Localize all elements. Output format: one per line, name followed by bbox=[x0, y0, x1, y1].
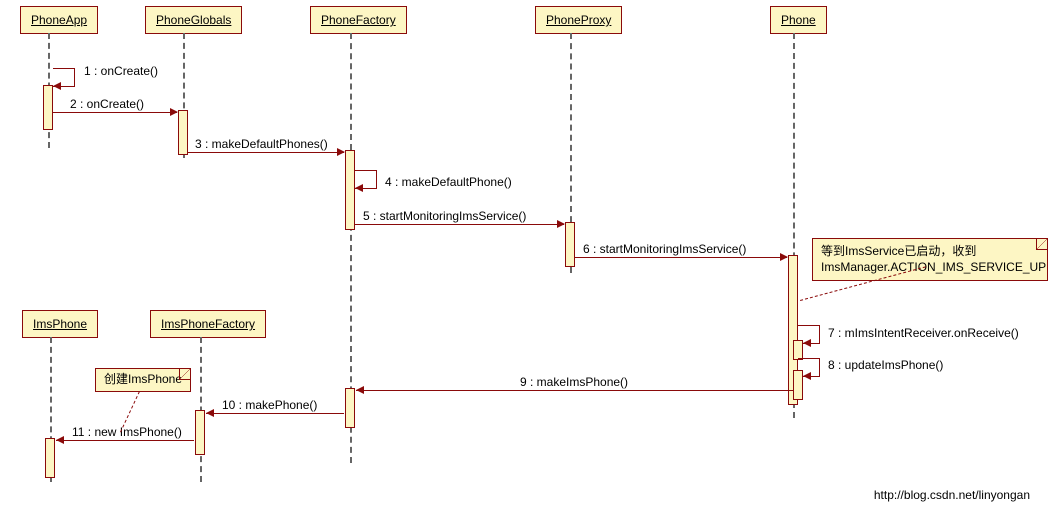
participant-phonefactory: PhoneFactory bbox=[310, 6, 407, 34]
label-m8: 8 : updateImsPhone() bbox=[828, 358, 943, 372]
footer-url: http://blog.csdn.net/linyongan bbox=[874, 488, 1030, 502]
participant-phoneglobals: PhoneGlobals bbox=[145, 6, 242, 34]
label-m4: 4 : makeDefaultPhone() bbox=[385, 175, 512, 189]
activation-phoneapp bbox=[43, 85, 53, 130]
arrowhead-m9 bbox=[356, 386, 364, 394]
label-m3: 3 : makeDefaultPhones() bbox=[195, 137, 328, 151]
participant-phoneproxy: PhoneProxy bbox=[535, 6, 622, 34]
label-m2: 2 : onCreate() bbox=[70, 97, 144, 111]
label-m7: 7 : mImsIntentReceiver.onReceive() bbox=[828, 326, 1019, 340]
arrow-m6 bbox=[575, 257, 787, 258]
note-ims-service: 等到ImsService已启动，收到 ImsManager.ACTION_IMS… bbox=[812, 238, 1048, 281]
activation-imsphone bbox=[45, 438, 55, 478]
participant-imsphonefactory: ImsPhoneFactory bbox=[150, 310, 266, 338]
participant-phoneapp: PhoneApp bbox=[20, 6, 98, 34]
activation-phoneproxy bbox=[565, 222, 575, 267]
label-m1: 1 : onCreate() bbox=[84, 64, 158, 78]
label-m10: 10 : makePhone() bbox=[222, 398, 317, 412]
arrow-m2 bbox=[53, 112, 177, 113]
arrow-m3 bbox=[188, 152, 344, 153]
arrow-m5 bbox=[355, 224, 564, 225]
arrow-m9 bbox=[356, 390, 793, 391]
arrow-m10 bbox=[206, 413, 344, 414]
note-line2: ImsManager.ACTION_IMS_SERVICE_UP bbox=[821, 260, 1039, 276]
arrowhead-m10 bbox=[206, 409, 214, 417]
arrowhead-m8 bbox=[803, 372, 811, 380]
activation-phonefactory-2 bbox=[345, 388, 355, 428]
activation-imsphonefactory bbox=[195, 410, 205, 455]
participant-imsphone: ImsPhone bbox=[22, 310, 98, 338]
arrow-m11 bbox=[56, 440, 194, 441]
arrowhead-m11 bbox=[56, 436, 64, 444]
label-m11: 11 : new ImsPhone() bbox=[72, 425, 182, 439]
arrowhead-m4 bbox=[355, 184, 363, 192]
arrowhead-m6 bbox=[780, 253, 788, 261]
activation-phonefactory-1 bbox=[345, 150, 355, 230]
arrowhead-m2 bbox=[170, 108, 178, 116]
label-m9: 9 : makeImsPhone() bbox=[520, 375, 628, 389]
arrowhead-m1 bbox=[53, 82, 61, 90]
label-m6: 6 : startMonitoringImsService() bbox=[583, 242, 746, 256]
arrowhead-m7 bbox=[803, 339, 811, 347]
note-line1: 等到ImsService已启动，收到 bbox=[821, 244, 1039, 260]
arrowhead-m3 bbox=[337, 148, 345, 156]
note-create-imsphone: 创建ImsPhone bbox=[95, 368, 191, 392]
activation-phone-inner1 bbox=[793, 340, 803, 360]
arrowhead-m5 bbox=[557, 220, 565, 228]
participant-phone: Phone bbox=[770, 6, 827, 34]
activation-phoneglobals bbox=[178, 110, 188, 155]
label-m5: 5 : startMonitoringImsService() bbox=[363, 209, 526, 223]
